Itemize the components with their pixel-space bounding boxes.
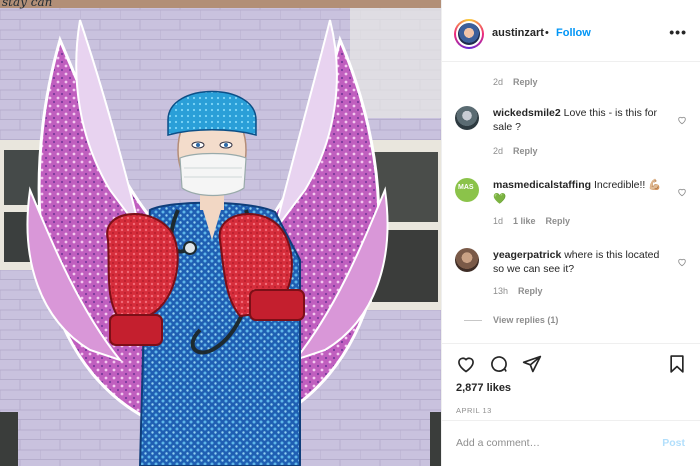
follow-button[interactable]: Follow [556, 27, 591, 39]
comment-age: 2d [493, 77, 504, 87]
comment-age: 1d [493, 216, 504, 226]
post-header: austinzart • Follow ••• [442, 6, 700, 62]
comment-age: 2d [493, 146, 504, 156]
reply-button[interactable]: Reply [513, 77, 538, 87]
paper-plane-icon[interactable] [522, 354, 542, 374]
photo-top-strip-text: stay can [2, 0, 53, 9]
post-photo[interactable]: stay can [0, 0, 441, 466]
comment-like-count[interactable]: 1 like [513, 216, 536, 226]
mural-illustration [0, 0, 441, 466]
add-comment-input[interactable] [456, 434, 636, 452]
reply-button[interactable]: Reply [546, 216, 571, 226]
post-actions: 2,877 likes APRIL 13 [442, 343, 700, 415]
commenter-username[interactable]: masmedicalstaffing [493, 179, 591, 191]
comment-text: wickedsmile2 Love this - is this for sal… [493, 106, 673, 134]
commenter-avatar[interactable]: MAS [455, 178, 479, 202]
comments-list[interactable]: 2d Reply wickedsmile2 Love this - is this… [442, 63, 700, 343]
author-avatar[interactable] [454, 19, 484, 49]
reply-button[interactable]: Reply [518, 286, 543, 296]
author-username[interactable]: austinzart [492, 27, 544, 39]
comment-meta: 2d Reply [493, 77, 538, 87]
header-separator: • [545, 27, 549, 39]
photo-top-strip: stay can [0, 0, 441, 9]
reply-button[interactable]: Reply [513, 146, 538, 156]
comment-meta: 1d 1 like Reply [493, 216, 570, 226]
comment-like-heart-icon[interactable] [677, 187, 687, 197]
comment-meta: 2d Reply [493, 146, 538, 156]
post-date: APRIL 13 [456, 406, 492, 415]
likes-count[interactable]: 2,877 likes [456, 382, 511, 394]
bookmark-icon[interactable] [667, 354, 687, 374]
add-comment-bar: Post [442, 420, 700, 466]
post-side-panel: austinzart • Follow ••• 2d Reply wickedsm… [441, 0, 700, 466]
heart-icon[interactable] [456, 354, 476, 374]
comment-age: 13h [493, 286, 509, 296]
comment-meta: 13h Reply [493, 286, 543, 296]
post-comment-button[interactable]: Post [662, 437, 685, 449]
more-options-icon[interactable]: ••• [669, 24, 687, 40]
comment-text: yeagerpatrick where is this located so w… [493, 248, 673, 276]
comment-like-heart-icon[interactable] [677, 257, 687, 267]
view-replies-button[interactable]: View replies (1) [463, 315, 558, 325]
commenter-avatar[interactable] [455, 248, 479, 272]
commenter-username[interactable]: wickedsmile2 [493, 107, 561, 119]
commenter-username[interactable]: yeagerpatrick [493, 249, 561, 261]
comment-like-heart-icon[interactable] [677, 115, 687, 125]
commenter-avatar[interactable] [455, 106, 479, 130]
comment-icon[interactable] [489, 354, 509, 374]
comment-text: masmedicalstaffing Incredible!! 💪🏼💚 [493, 178, 673, 206]
